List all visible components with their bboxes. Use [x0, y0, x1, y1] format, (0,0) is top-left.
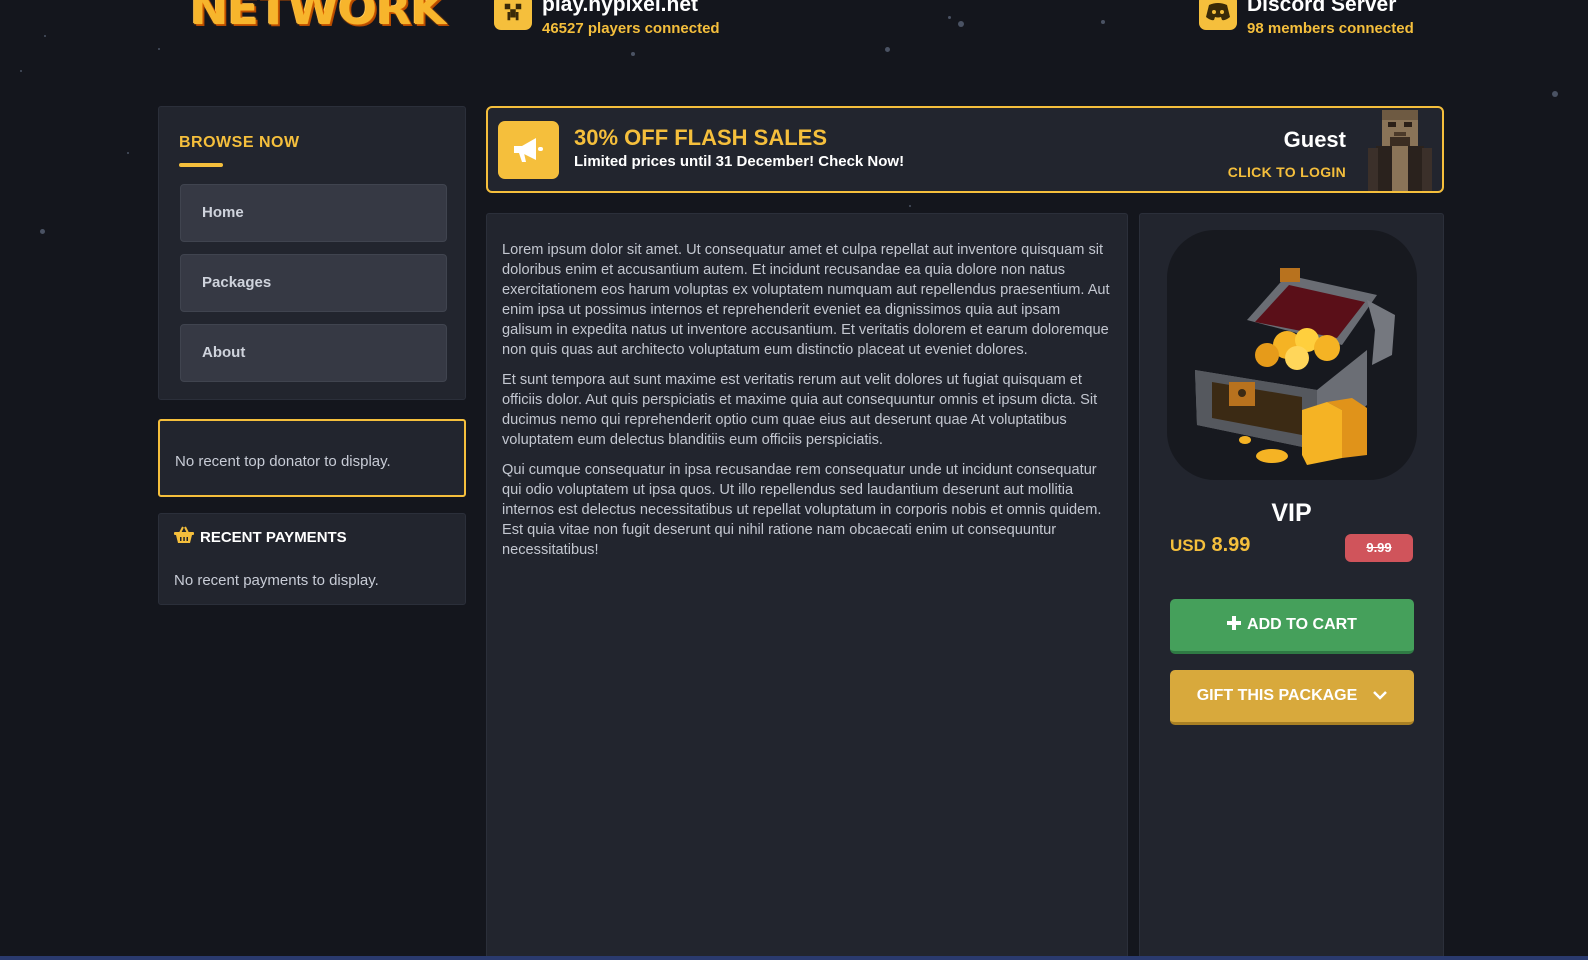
- banner-title: 30% OFF FLASH SALES: [574, 125, 828, 150]
- package-price: USD 8.99: [1170, 534, 1250, 557]
- gift-package-button[interactable]: GIFT THIS PACKAGE: [1170, 670, 1414, 725]
- megaphone-icon: [498, 121, 559, 179]
- package-price-value: 8.99: [1211, 534, 1251, 556]
- package-card: VIP USD 8.99 9.99 ADD TO CART GIFT THIS …: [1139, 213, 1444, 960]
- package-name: VIP: [1271, 499, 1312, 527]
- browse-panel: BROWSE NOW Home Packages About: [158, 106, 466, 400]
- creeper-icon: [494, 0, 532, 30]
- plus-icon: [1227, 615, 1242, 635]
- bottom-border: [0, 956, 1588, 960]
- banner-subtitle: Limited prices until 31 December! Check …: [574, 153, 905, 170]
- flash-sale-banner[interactable]: 30% OFF FLASH SALES Limited prices until…: [486, 106, 1444, 193]
- description-paragraph: Lorem ipsum dolor sit amet. Ut consequat…: [502, 242, 1110, 358]
- nav-item-home[interactable]: Home: [180, 184, 447, 242]
- basket-icon: [174, 526, 194, 549]
- username: Guest: [1283, 127, 1346, 152]
- package-description: Lorem ipsum dolor sit amet. Ut consequat…: [486, 213, 1128, 960]
- add-to-cart-label: ADD TO CART: [1247, 616, 1357, 633]
- server-ip: play.hypixel.net: [542, 0, 698, 16]
- recent-payments-panel: RECENT PAYMENTS No recent payments to di…: [158, 513, 466, 605]
- nav-item-packages[interactable]: Packages: [180, 254, 447, 312]
- chevron-down-icon: [1373, 687, 1388, 705]
- recent-payments-empty: No recent payments to display.: [174, 572, 379, 589]
- player-avatar[interactable]: [1364, 108, 1436, 191]
- recent-payments-header: RECENT PAYMENTS: [174, 526, 347, 549]
- discord-block[interactable]: Discord Server 98 members connected: [1199, 0, 1414, 39]
- gift-package-label: GIFT THIS PACKAGE: [1196, 687, 1358, 704]
- top-donator-panel: No recent top donator to display.: [158, 419, 466, 497]
- package-old-price: 9.99: [1345, 534, 1413, 562]
- site-logo[interactable]: NETWORK: [190, 0, 446, 35]
- description-paragraph: Qui cumque consequatur in ipsa recusanda…: [502, 462, 1102, 558]
- add-to-cart-button[interactable]: ADD TO CART: [1170, 599, 1414, 654]
- login-link[interactable]: CLICK TO LOGIN: [1228, 164, 1346, 180]
- treasure-chest-icon: [1167, 230, 1417, 480]
- site-header: NETWORK play.hypixel.net 46527 players c…: [0, 0, 1588, 60]
- discord-members: 98 members connected: [1247, 20, 1414, 37]
- nav-item-about[interactable]: About: [180, 324, 447, 382]
- browse-title: BROWSE NOW: [179, 134, 300, 151]
- discord-icon: [1199, 0, 1237, 30]
- recent-payments-title: RECENT PAYMENTS: [200, 529, 347, 546]
- description-paragraph: Et sunt tempora aut sunt maxime est veri…: [502, 372, 1098, 448]
- package-currency: USD: [1170, 536, 1206, 555]
- discord-title: Discord Server: [1247, 0, 1397, 16]
- players-connected: 46527 players connected: [542, 20, 720, 37]
- server-ip-block[interactable]: play.hypixel.net 46527 players connected: [494, 0, 720, 39]
- browse-underline: [179, 163, 223, 167]
- top-donator-empty: No recent top donator to display.: [175, 453, 391, 470]
